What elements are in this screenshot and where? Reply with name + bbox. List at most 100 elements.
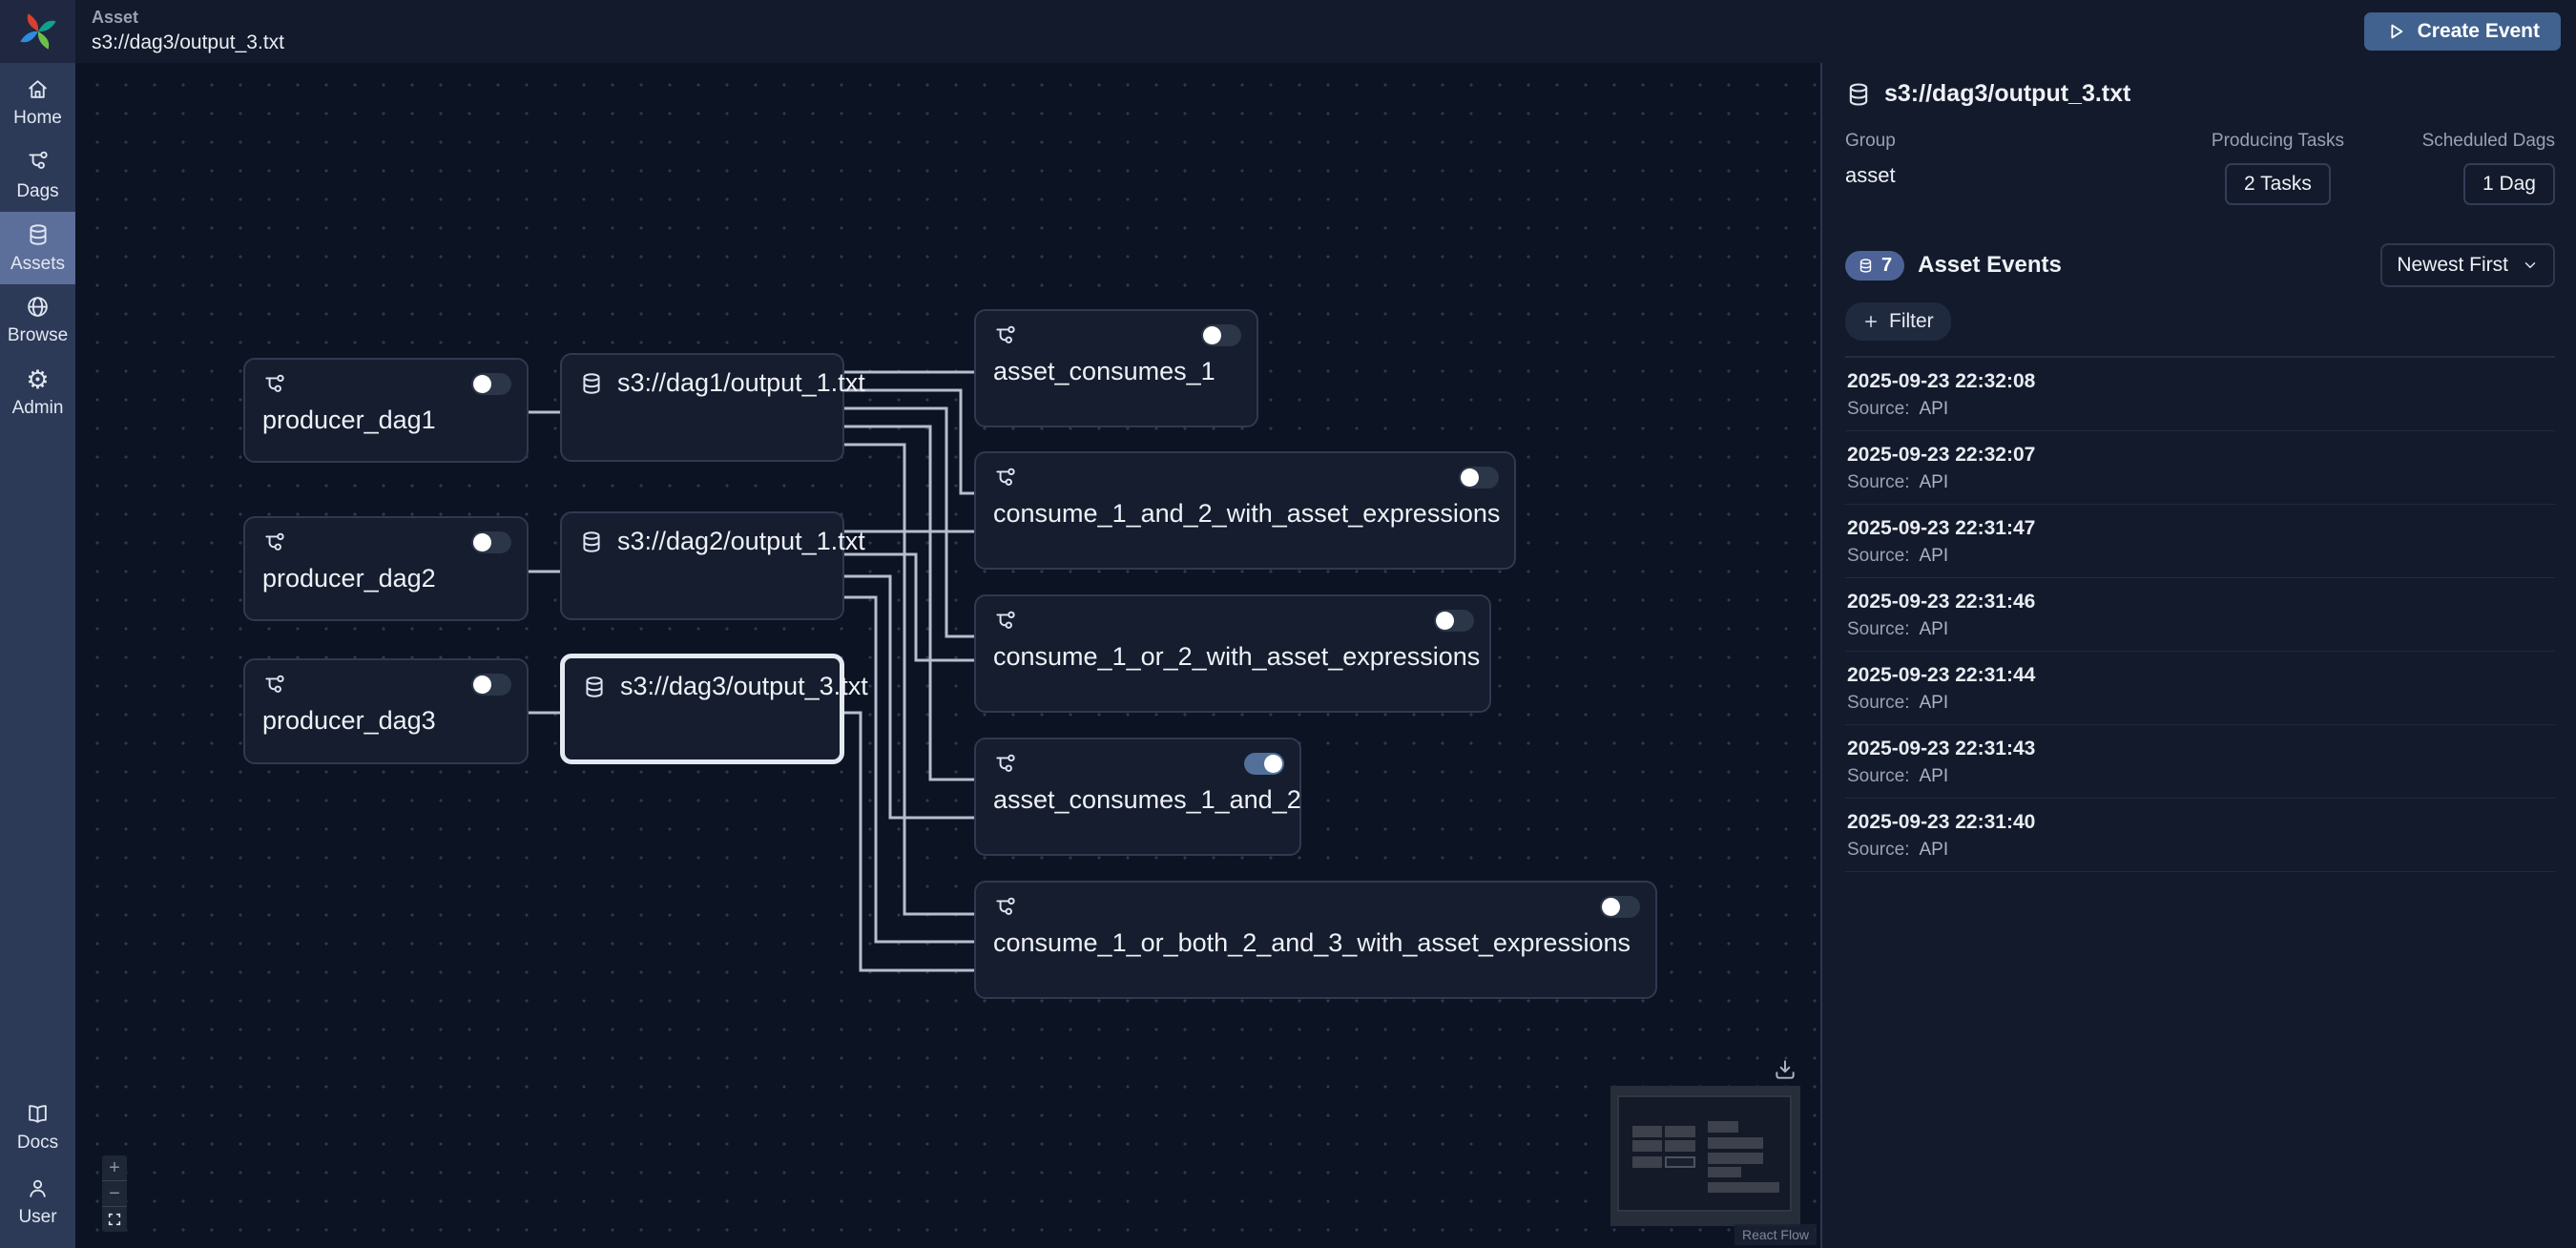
graph-minimap[interactable] bbox=[1610, 1086, 1800, 1226]
minimap-node bbox=[1665, 1126, 1695, 1137]
app-window: Asset s3://dag3/output_3.txt Create Even… bbox=[0, 0, 2576, 1248]
sidebar-item-home[interactable]: Home bbox=[0, 67, 75, 139]
sidebar-item-label: Browse bbox=[8, 325, 68, 346]
scheduled-dags-button[interactable]: 1 Dag bbox=[2463, 163, 2555, 205]
graph-node-consume-1-or-both-2-and-3[interactable]: consume_1_or_both_2_and_3_with_asset_exp… bbox=[974, 881, 1657, 999]
minimap-node bbox=[1708, 1182, 1779, 1193]
sidebar: Home Dags Assets Browse ⚙ Admin bbox=[0, 0, 75, 1248]
toggle-knob bbox=[473, 676, 491, 694]
dag-pause-toggle[interactable] bbox=[471, 531, 511, 553]
globe-icon bbox=[26, 295, 50, 319]
asset-events-header: 7 Asset Events Newest First bbox=[1845, 243, 2555, 287]
home-icon bbox=[26, 77, 50, 101]
graph-node-asset-dag2-output[interactable]: s3://dag2/output_1.txt bbox=[560, 511, 844, 620]
event-count-badge: 7 bbox=[1845, 251, 1904, 281]
graph-node-asset-consumes-1-and-2[interactable]: asset_consumes_1_and_2 bbox=[974, 738, 1301, 856]
node-label: producer_dag1 bbox=[245, 398, 527, 435]
create-event-button[interactable]: Create Event bbox=[2364, 12, 2561, 51]
create-event-label: Create Event bbox=[2418, 20, 2540, 43]
sidebar-item-user[interactable]: User bbox=[0, 1166, 75, 1238]
fit-view-button[interactable] bbox=[102, 1207, 127, 1232]
asset-event-row: 2025-09-23 22:31:46 Source:API bbox=[1845, 578, 2555, 652]
plus-icon bbox=[1862, 313, 1880, 330]
producing-tasks-label: Producing Tasks bbox=[2212, 131, 2344, 152]
dag-pause-toggle[interactable] bbox=[1244, 753, 1284, 775]
event-source: Source:API bbox=[1847, 840, 2553, 861]
graph-node-asset-dag1-output[interactable]: s3://dag1/output_1.txt bbox=[560, 353, 844, 462]
graph-node-consume-1-or-2[interactable]: consume_1_or_2_with_asset_expressions bbox=[974, 594, 1491, 713]
database-icon bbox=[26, 222, 51, 247]
minimap-node bbox=[1708, 1167, 1741, 1177]
chevron-down-icon bbox=[2522, 257, 2539, 274]
airflow-logo[interactable] bbox=[0, 0, 75, 63]
dag-icon bbox=[262, 373, 287, 398]
download-image-icon[interactable] bbox=[1773, 1057, 1797, 1082]
filter-label: Filter bbox=[1889, 310, 1934, 333]
sidebar-item-assets[interactable]: Assets bbox=[0, 212, 75, 284]
dag-pause-toggle[interactable] bbox=[1459, 467, 1499, 489]
dag-pause-toggle[interactable] bbox=[471, 674, 511, 696]
node-label: s3://dag1/output_1.txt bbox=[617, 368, 865, 398]
event-timestamp: 2025-09-23 22:31:46 bbox=[1847, 591, 2553, 614]
zoom-in-button[interactable]: + bbox=[102, 1155, 127, 1181]
graph-node-producer-dag1[interactable]: producer_dag1 bbox=[243, 358, 529, 463]
node-label: consume_1_or_both_2_and_3_with_asset_exp… bbox=[976, 921, 1655, 958]
fit-view-icon bbox=[107, 1212, 122, 1227]
graph-node-asset-dag3-output-selected[interactable]: s3://dag3/output_3.txt bbox=[560, 654, 844, 764]
graph-node-producer-dag2[interactable]: producer_dag2 bbox=[243, 516, 529, 621]
asset-graph-canvas[interactable]: producer_dag1 producer_dag2 producer_dag… bbox=[75, 63, 1820, 1248]
asset-detail-panel: s3://dag3/output_3.txt Group asset Produ… bbox=[1820, 63, 2576, 1248]
minimap-node bbox=[1708, 1121, 1738, 1133]
sidebar-item-label: Home bbox=[13, 108, 62, 129]
event-timestamp: 2025-09-23 22:31:44 bbox=[1847, 664, 2553, 687]
breadcrumb-label: Asset bbox=[92, 7, 284, 29]
dag-pause-toggle[interactable] bbox=[471, 373, 511, 395]
minimap-node bbox=[1632, 1140, 1662, 1152]
sidebar-item-browse[interactable]: Browse bbox=[0, 284, 75, 357]
sidebar-item-dags[interactable]: Dags bbox=[0, 139, 75, 212]
dag-pause-toggle[interactable] bbox=[1434, 610, 1474, 632]
sort-order-select[interactable]: Newest First bbox=[2380, 243, 2555, 287]
toggle-knob bbox=[1264, 755, 1282, 773]
minimap-node bbox=[1708, 1153, 1763, 1164]
event-timestamp: 2025-09-23 22:32:08 bbox=[1847, 370, 2553, 393]
dag-pause-toggle[interactable] bbox=[1600, 896, 1640, 918]
dag-pause-toggle[interactable] bbox=[1201, 324, 1241, 346]
asset-event-row: 2025-09-23 22:32:08 Source:API bbox=[1845, 358, 2555, 431]
minimap-node bbox=[1665, 1140, 1695, 1152]
event-source: Source:API bbox=[1847, 546, 2553, 567]
toggle-knob bbox=[1602, 898, 1620, 916]
react-flow-attribution[interactable]: React Flow bbox=[1735, 1224, 1817, 1245]
database-icon bbox=[579, 530, 604, 554]
sidebar-item-docs[interactable]: Docs bbox=[0, 1092, 75, 1164]
graph-node-consume-1-and-2[interactable]: consume_1_and_2_with_asset_expressions bbox=[974, 451, 1516, 570]
event-source: Source:API bbox=[1847, 399, 2553, 420]
zoom-controls: + − bbox=[102, 1155, 127, 1232]
breadcrumb: Asset s3://dag3/output_3.txt bbox=[92, 7, 284, 55]
event-count: 7 bbox=[1881, 255, 1892, 277]
event-timestamp: 2025-09-23 22:32:07 bbox=[1847, 444, 2553, 467]
toggle-knob bbox=[1203, 326, 1221, 344]
zoom-out-button[interactable]: − bbox=[102, 1181, 127, 1207]
sort-order-value: Newest First bbox=[2397, 254, 2508, 277]
toggle-knob bbox=[1436, 612, 1454, 630]
minimap-node bbox=[1708, 1137, 1763, 1149]
sidebar-item-admin[interactable]: ⚙ Admin bbox=[0, 357, 75, 429]
graph-edges bbox=[75, 63, 1820, 1248]
page-title: s3://dag3/output_3.txt bbox=[92, 31, 284, 55]
minimap-node bbox=[1632, 1156, 1662, 1168]
node-label: s3://dag2/output_1.txt bbox=[617, 527, 865, 556]
graph-node-producer-dag3[interactable]: producer_dag3 bbox=[243, 658, 529, 764]
dag-icon bbox=[26, 150, 51, 175]
asset-event-row: 2025-09-23 22:31:43 Source:API bbox=[1845, 725, 2555, 799]
producing-tasks-button[interactable]: 2 Tasks bbox=[2225, 163, 2331, 205]
group-value: asset bbox=[1845, 163, 2133, 188]
graph-node-asset-consumes-1[interactable]: asset_consumes_1 bbox=[974, 309, 1258, 427]
asset-title: s3://dag3/output_3.txt bbox=[1884, 80, 2130, 108]
book-icon bbox=[26, 1102, 50, 1126]
node-label: producer_dag2 bbox=[245, 556, 527, 593]
panel-title-row: s3://dag3/output_3.txt bbox=[1845, 80, 2555, 108]
event-source: Source:API bbox=[1847, 619, 2553, 640]
asset-event-row: 2025-09-23 22:31:44 Source:API bbox=[1845, 652, 2555, 725]
filter-button[interactable]: Filter bbox=[1845, 302, 1951, 341]
